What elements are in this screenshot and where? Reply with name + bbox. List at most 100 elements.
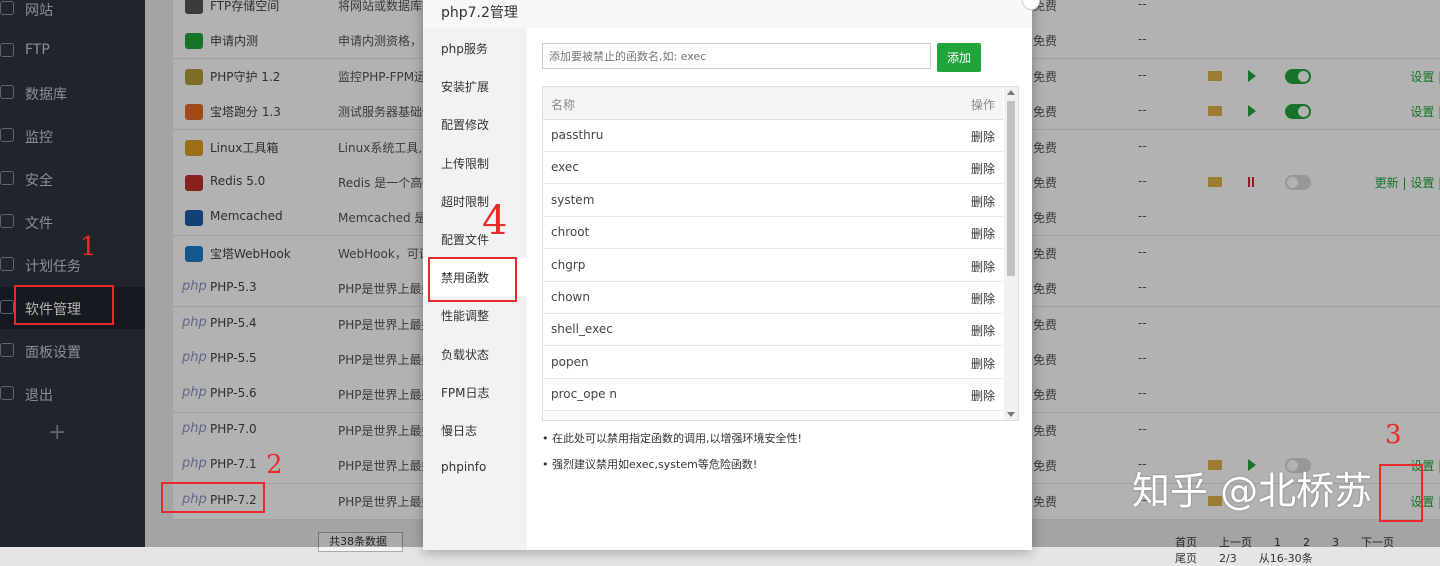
homepage-toggle[interactable] <box>1285 68 1311 84</box>
sidebar-item[interactable]: 文件 <box>0 201 145 243</box>
dialog-title: php7.2管理 <box>441 5 518 21</box>
price: 免费 <box>1033 246 1058 261</box>
dialog-menu-label: 配置修改 <box>441 118 490 133</box>
pager-link[interactable]: 2 <box>1303 536 1310 549</box>
add-menu-icon[interactable]: + <box>48 420 66 445</box>
tip-item: 在此处可以禁用指定函数的调用,以增强环境安全性! <box>542 430 802 446</box>
dialog-menu-item[interactable]: 慢日志 <box>423 411 527 449</box>
php-icon: php <box>182 456 207 472</box>
annotation-box-software <box>14 285 114 325</box>
pager-link[interactable]: 首页 <box>1175 534 1197 550</box>
nav-icon <box>0 171 14 185</box>
function-row: passthru 删除 <box>543 119 1003 152</box>
scrollbar[interactable] <box>1004 87 1018 420</box>
sidebar-item[interactable]: 安全 <box>0 158 145 200</box>
function-name: system <box>551 192 595 207</box>
dialog-menu-item[interactable]: 配置文件 <box>423 220 527 258</box>
folder-icon[interactable] <box>1208 106 1222 117</box>
price: 免费 <box>1033 494 1058 509</box>
delete-link[interactable]: 删除 <box>971 128 995 145</box>
annotation-box-disable-functions <box>428 257 517 302</box>
folder-icon[interactable] <box>1208 70 1222 81</box>
row-actions[interactable]: 更新 | 设置 | 卸载 <box>1375 174 1440 191</box>
plugin-icon <box>185 245 203 262</box>
sidebar-item[interactable]: 网站 <box>0 0 145 30</box>
pager-link[interactable]: 下一页 <box>1361 534 1394 550</box>
sidebar-item[interactable]: 数据库 <box>0 72 145 114</box>
homepage-toggle[interactable] <box>1285 175 1311 190</box>
pager-link[interactable]: 3 <box>1332 536 1339 549</box>
sidebar-item[interactable]: 面板设置 <box>0 330 145 372</box>
scroll-thumb[interactable] <box>1007 101 1015 276</box>
pager-link[interactable]: 2/3 <box>1219 552 1237 565</box>
nav-icon <box>0 85 14 99</box>
homepage-toggle[interactable] <box>1285 104 1311 120</box>
delete-link[interactable]: 删除 <box>971 160 995 177</box>
expire: -- <box>1138 138 1147 153</box>
scroll-up-icon[interactable] <box>1007 90 1015 95</box>
expire: -- <box>1138 103 1147 118</box>
dialog-menu-label: 上传限制 <box>441 156 490 171</box>
scroll-down-icon[interactable] <box>1007 412 1015 417</box>
sidebar-item[interactable]: FTP <box>0 30 145 72</box>
dialog-menu-item[interactable]: 上传限制 <box>423 144 527 182</box>
sidebar-item-label: 面板设置 <box>25 345 81 361</box>
dialog-menu-item[interactable]: 性能调整 <box>423 296 527 334</box>
row-actions[interactable]: 设置 | 卸载 <box>1410 68 1440 85</box>
dialog-menu-item[interactable]: FPM日志 <box>423 373 527 411</box>
software-description: PHP是世界上最好 <box>338 353 428 367</box>
function-name: passthru <box>551 128 604 142</box>
dialog-menu-item[interactable]: 配置修改 <box>423 105 527 143</box>
delete-link[interactable]: 删除 <box>971 225 995 242</box>
function-name-input[interactable] <box>542 43 931 69</box>
delete-link[interactable]: 删除 <box>971 387 995 404</box>
dialog-menu-label: 性能调整 <box>441 309 490 324</box>
function-table: 名称 操作 passthru 删除 exec 删除 system 删除 chroot … <box>542 86 1019 421</box>
plugin-icon <box>185 0 203 14</box>
sidebar-item[interactable]: 退出 <box>0 373 145 415</box>
pager-link[interactable]: 上一页 <box>1219 534 1252 550</box>
dialog-menu-item[interactable]: 负载状态 <box>423 335 527 373</box>
expire: -- <box>1138 386 1147 401</box>
dialog-menu-item[interactable]: 安装扩展 <box>423 67 527 105</box>
dialog-menu-label: php服务 <box>441 42 488 56</box>
add-button[interactable]: 添加 <box>937 43 981 72</box>
sidebar-item-label: 计划任务 <box>25 259 81 275</box>
sidebar-item-label: 退出 <box>25 388 53 404</box>
sidebar-item[interactable]: 计划任务 <box>0 244 145 286</box>
dialog-menu-item[interactable]: phpinfo <box>423 449 527 487</box>
function-name: chroot <box>551 225 590 240</box>
row-actions[interactable]: 设置 | 卸载 <box>1410 103 1440 120</box>
software-description: PHP是世界上最好 <box>338 388 428 403</box>
delete-link[interactable]: 删除 <box>971 322 995 339</box>
nav-icon <box>0 1 14 15</box>
function-row: chroot 删除 <box>543 216 1003 250</box>
annotation-number: 3 <box>1385 420 1402 450</box>
expire: -- <box>1138 32 1147 47</box>
total-count: 共38条数据 <box>318 532 403 552</box>
delete-link[interactable]: 删除 <box>971 290 995 307</box>
dialog-menu-label: 慢日志 <box>441 424 478 438</box>
play-icon[interactable] <box>1248 105 1256 118</box>
watermark: 知乎 @北桥苏 <box>1132 469 1373 513</box>
software-name: PHP守护 1.2 <box>210 69 281 84</box>
sidebar-item[interactable]: 监控 <box>0 115 145 157</box>
sidebar-item-label: 网站 <box>25 3 53 19</box>
expire: -- <box>1138 0 1147 11</box>
pager-link[interactable]: 从16-30条 <box>1259 550 1313 566</box>
price: 免费 <box>1033 459 1058 474</box>
dialog-header: php7.2管理 <box>423 0 1040 28</box>
expire: -- <box>1138 244 1147 259</box>
nav-icon <box>0 386 14 400</box>
play-icon[interactable] <box>1248 69 1256 82</box>
dialog-menu-item[interactable]: php服务 <box>423 29 527 67</box>
folder-icon[interactable] <box>1208 177 1222 187</box>
table-header: 名称 操作 <box>543 87 1003 120</box>
dialog-menu-item[interactable]: 超时限制 <box>423 182 527 220</box>
delete-link[interactable]: 删除 <box>971 355 995 372</box>
delete-link[interactable]: 删除 <box>971 258 995 275</box>
delete-link[interactable]: 删除 <box>971 193 995 210</box>
pager-link[interactable]: 1 <box>1274 536 1281 549</box>
pause-icon[interactable] <box>1248 177 1254 187</box>
pager-link[interactable]: 尾页 <box>1175 550 1197 566</box>
